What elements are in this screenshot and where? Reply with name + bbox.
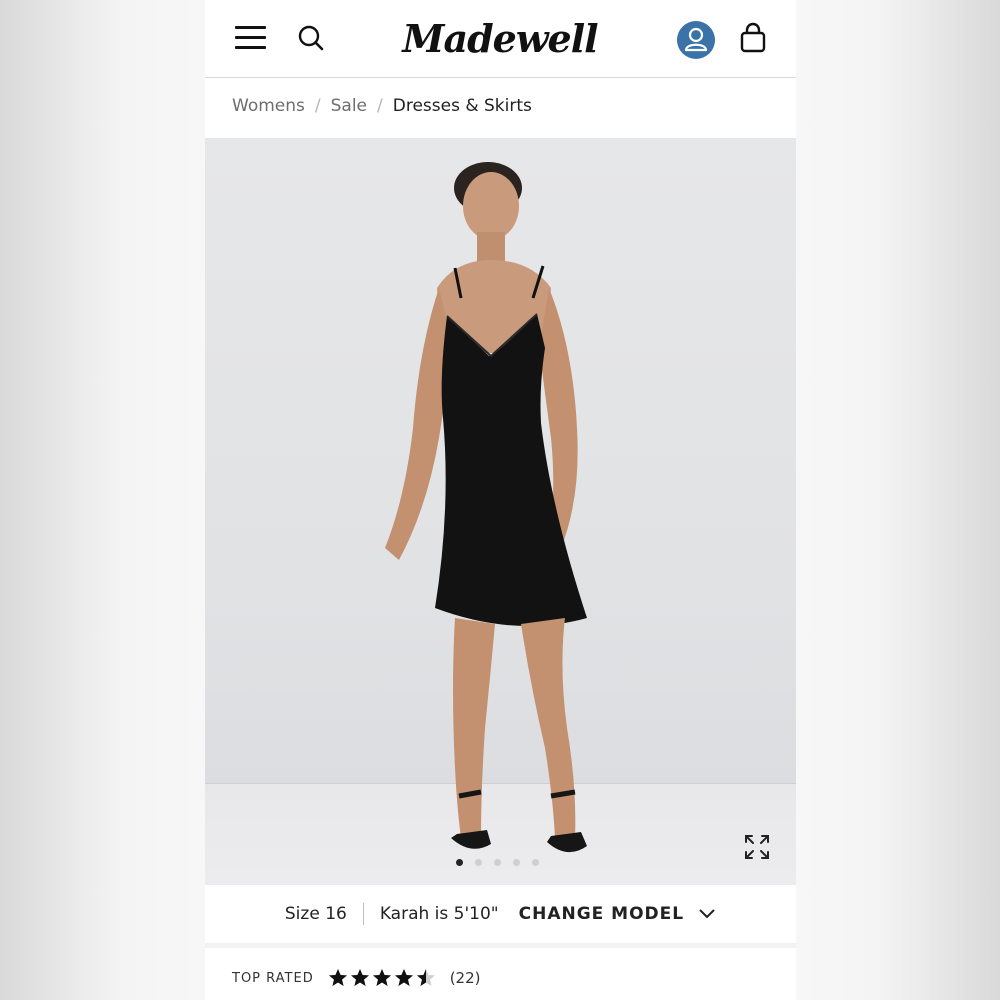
section-divider: [205, 943, 796, 948]
star-rating[interactable]: [328, 968, 436, 988]
product-page: Madewell Womens / Sale / Dresses & Skirt…: [205, 0, 796, 1000]
gallery-dot[interactable]: [532, 859, 539, 866]
breadcrumb-separator: /: [314, 96, 321, 116]
gallery-dot[interactable]: [475, 859, 482, 866]
top-rated-badge: TOP RATED: [232, 970, 314, 986]
breadcrumb-separator: /: [377, 96, 383, 116]
breadcrumb-dresses-skirts[interactable]: Dresses & Skirts: [393, 96, 532, 116]
star-icon: [350, 969, 369, 986]
star-icon: [328, 969, 347, 986]
model-info-bar: Size 16 Karah is 5'10" CHANGE MODEL: [205, 885, 796, 943]
star-icon: [416, 969, 435, 986]
change-model-label: CHANGE MODEL: [518, 904, 685, 924]
chevron-down-icon: [699, 909, 715, 919]
gallery-pagination: [456, 859, 539, 866]
site-header: Madewell: [205, 0, 796, 78]
star-icon: [372, 969, 391, 986]
product-image[interactable]: [205, 138, 796, 885]
user-account-icon[interactable]: [677, 21, 715, 59]
rating-row: TOP RATED (22): [232, 968, 481, 988]
shopping-bag-icon[interactable]: [738, 22, 768, 54]
change-model-button[interactable]: CHANGE MODEL: [519, 904, 717, 924]
expand-icon[interactable]: [743, 833, 771, 861]
gallery-dot[interactable]: [513, 859, 520, 866]
model-height-label: Karah is 5'10": [379, 904, 499, 924]
gallery-dot[interactable]: [456, 859, 463, 866]
breadcrumb-sale[interactable]: Sale: [331, 96, 367, 116]
review-count[interactable]: (22): [450, 969, 481, 987]
divider: [362, 903, 364, 925]
gallery-dot[interactable]: [494, 859, 501, 866]
breadcrumb-womens[interactable]: Womens: [232, 96, 305, 116]
hamburger-menu-icon[interactable]: [235, 26, 266, 50]
search-icon[interactable]: [297, 24, 325, 52]
breadcrumb: Womens / Sale / Dresses & Skirts: [232, 94, 532, 118]
model-size-label: Size 16: [284, 904, 347, 924]
model-photo: [385, 162, 587, 853]
brand-logo[interactable]: Madewell: [402, 10, 598, 66]
star-icon: [394, 969, 413, 986]
